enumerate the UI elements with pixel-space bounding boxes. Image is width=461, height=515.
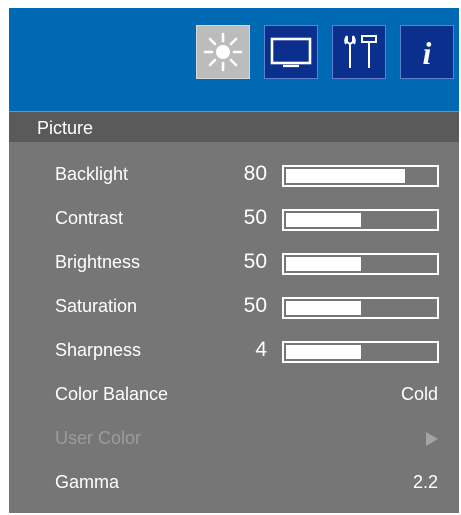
menu-item-label: Brightness xyxy=(55,252,141,272)
sharpness-slider[interactable] xyxy=(282,341,439,363)
slider-fill xyxy=(286,345,361,359)
svg-text:i: i xyxy=(423,35,432,71)
brightness-slider[interactable] xyxy=(282,253,439,275)
menu-item-gamma[interactable]: Gamma 2.2 xyxy=(9,461,459,505)
menu-item-label: Backlight xyxy=(55,164,129,184)
tab-display[interactable] xyxy=(264,25,318,79)
menu-item-label: Contrast xyxy=(55,208,124,228)
menu-item-saturation[interactable]: Saturation 50 xyxy=(9,285,459,329)
tab-setup[interactable] xyxy=(332,25,386,79)
tab-information[interactable]: i xyxy=(400,25,454,79)
menu-item-value: 50 xyxy=(243,206,267,229)
menu-item-user-color: User Color xyxy=(9,417,459,461)
menu-item-sharpness[interactable]: Sharpness 4 xyxy=(9,329,459,373)
osd-menu: i Picture Backlight 80 Contrast 50 Brightnes… xyxy=(9,8,459,513)
monitor-icon xyxy=(269,35,313,69)
slider-fill xyxy=(286,257,361,271)
menu-item-label: Gamma xyxy=(55,472,120,492)
menu-item-label: User Color xyxy=(55,428,142,448)
menu-item-setting: Cold xyxy=(400,384,438,404)
contrast-slider[interactable] xyxy=(282,209,439,231)
sun-icon xyxy=(203,32,243,72)
section-title: Picture xyxy=(37,118,94,138)
saturation-slider[interactable] xyxy=(282,297,439,319)
menu-item-value: 50 xyxy=(243,294,267,317)
menu-item-label: Saturation xyxy=(55,296,138,316)
backlight-slider[interactable] xyxy=(282,165,439,187)
menu-item-backlight[interactable]: Backlight 80 xyxy=(9,153,459,197)
menu-item-value: 4 xyxy=(255,338,267,361)
menu-item-contrast[interactable]: Contrast 50 xyxy=(9,197,459,241)
submenu-arrow-icon xyxy=(426,432,438,446)
info-icon: i xyxy=(412,32,442,72)
menu-item-setting: 2.2 xyxy=(412,472,438,492)
slider-fill xyxy=(286,169,405,183)
menu-item-value: 50 xyxy=(243,250,267,273)
menu-item-label: Color Balance xyxy=(55,384,169,404)
tools-icon xyxy=(338,32,380,72)
menu-item-brightness[interactable]: Brightness 50 xyxy=(9,241,459,285)
tab-picture[interactable] xyxy=(196,25,250,79)
slider-fill xyxy=(286,213,361,227)
section-header: Picture xyxy=(9,111,459,142)
slider-fill xyxy=(286,301,361,315)
menu-item-value: 80 xyxy=(243,162,267,185)
menu-item-label: Sharpness xyxy=(55,340,142,360)
menu-item-color-balance[interactable]: Color Balance Cold xyxy=(9,373,459,417)
menu-tab-bar: i xyxy=(9,8,459,111)
